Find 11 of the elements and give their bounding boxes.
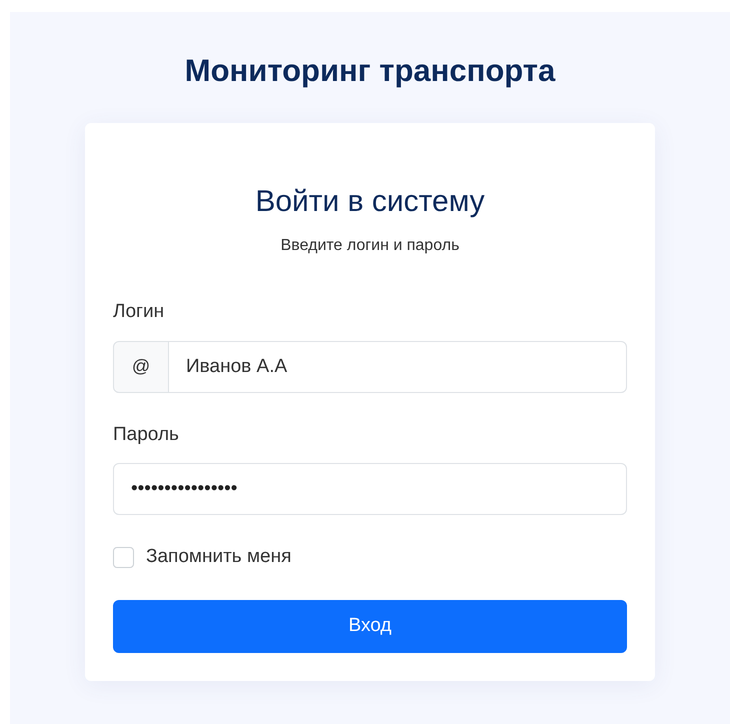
- card-title: Войти в систему: [255, 184, 485, 220]
- card-subtitle: Введите логин и пароль: [280, 236, 460, 256]
- login-field[interactable]: Иванов А.А: [169, 340, 627, 393]
- password-field[interactable]: ••••••••••••••••: [113, 463, 627, 516]
- remember-checkbox[interactable]: [113, 547, 134, 568]
- remember-label: Запомнить меня: [146, 545, 292, 570]
- login-button[interactable]: Вход: [113, 600, 627, 653]
- field-label: Пароль: [113, 422, 180, 447]
- at-prefix: @: [113, 340, 169, 393]
- app-title: Мониторинг транспорта: [184, 52, 556, 90]
- field-label: Логин: [113, 300, 166, 324]
